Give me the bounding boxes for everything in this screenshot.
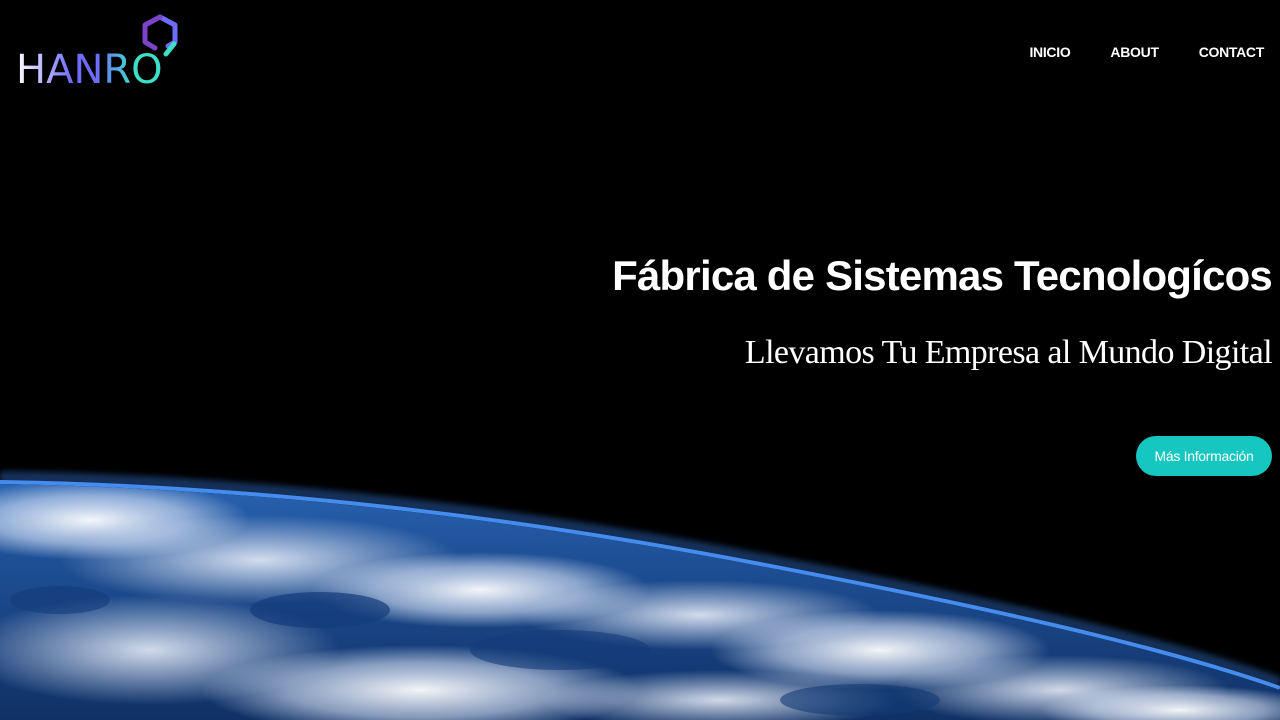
brand-logo[interactable]: HANRO	[14, 14, 184, 94]
main-nav: INICIO ABOUT CONTACT	[1029, 44, 1264, 60]
nav-item-about[interactable]: ABOUT	[1110, 44, 1159, 60]
nav-item-inicio[interactable]: INICIO	[1029, 44, 1070, 60]
hero-title: Fábrica de Sistemas Tecnologícos	[612, 252, 1273, 299]
brand-logo-text: HANRO	[16, 47, 163, 93]
more-info-button[interactable]: Más Información	[1136, 436, 1272, 476]
nav-item-contact[interactable]: CONTACT	[1199, 44, 1265, 60]
hero-subtitle: Llevamos Tu Empresa al Mundo Digital	[744, 334, 1273, 371]
landing-page: HANRO INICIO ABOUT CONTACT Fábrica de Si…	[0, 0, 1280, 720]
